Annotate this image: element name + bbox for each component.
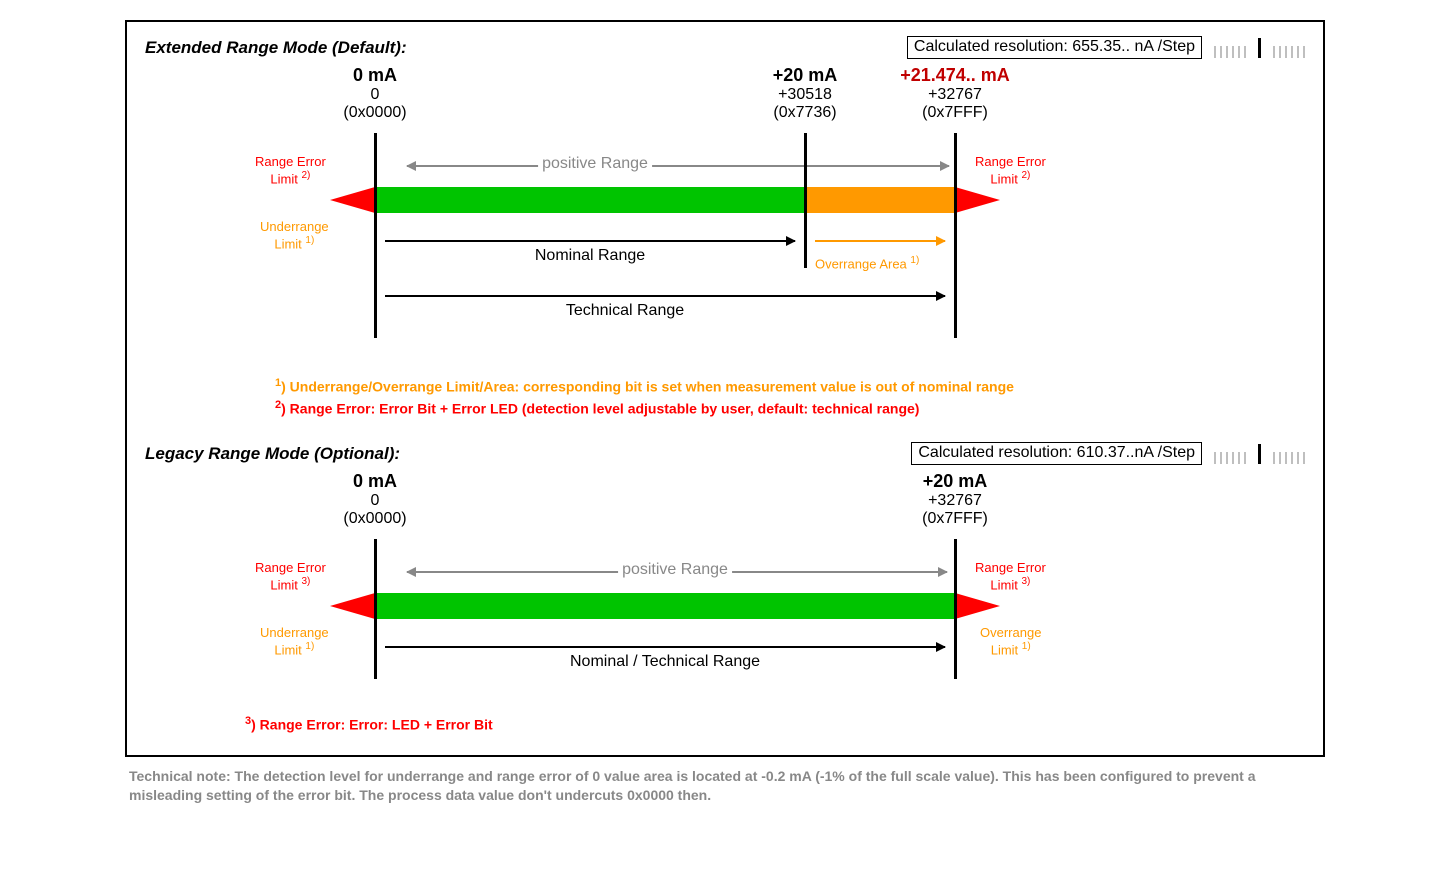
- ext-diagram: 0 mA 0 (0x0000) +20 mA +30518 (0x7736) +…: [145, 65, 1305, 365]
- ext-range-error-left: Range Error Limit 2): [255, 155, 326, 187]
- ext-title: Extended Range Mode (Default):: [145, 38, 407, 58]
- leg-right-red-triangle: [955, 593, 1000, 619]
- leg-p0-hex: (0x0000): [305, 510, 445, 528]
- ext-p0-ma: 0 mA: [305, 65, 445, 86]
- ext-nominal-label: Nominal Range: [531, 247, 649, 265]
- leg-nominal-arrow: [385, 646, 945, 648]
- leg-resolution-box: Calculated resolution: 610.37..nA /Step: [911, 442, 1202, 465]
- ext-green-bar: [375, 187, 805, 213]
- technical-note: Technical note: The detection level for …: [129, 767, 1321, 805]
- leg-left-red-triangle: [330, 593, 375, 619]
- leg-p1-ma: +20 mA: [885, 471, 1025, 492]
- leg-p1-hex: (0x7FFF): [885, 510, 1025, 528]
- ext-underrange-left: Underrange Limit 1): [260, 220, 329, 252]
- ext-vline-21: [954, 133, 957, 338]
- leg-scale-icon: [1210, 444, 1305, 464]
- leg-vline-20: [954, 539, 957, 679]
- leg-green-bar: [375, 593, 955, 619]
- ext-p2-hex: (0x7FFF): [885, 104, 1025, 122]
- legacy-mode-block: Legacy Range Mode (Optional): Calculated…: [145, 442, 1305, 733]
- diagram-frame: Extended Range Mode (Default): Calculate…: [125, 20, 1325, 757]
- extended-mode-block: Extended Range Mode (Default): Calculate…: [145, 36, 1305, 416]
- ext-scale-icon: [1210, 38, 1305, 58]
- leg-title: Legacy Range Mode (Optional):: [145, 444, 400, 464]
- ext-technical-arrow: [385, 295, 945, 297]
- ext-col-20: +20 mA +30518 (0x7736): [735, 65, 875, 122]
- ext-positive-range-arrow: [407, 165, 949, 167]
- leg-underrange-left: Underrange Limit 1): [260, 626, 329, 658]
- ext-overrange-label: Overrange Area 1): [815, 255, 919, 272]
- leg-p0-ma: 0 mA: [305, 471, 445, 492]
- leg-footnote-3: 3) Range Error: Error: LED + Error Bit: [245, 715, 1305, 733]
- leg-range-error-left: Range Error Limit 3): [255, 561, 326, 593]
- ext-resolution-box: Calculated resolution: 655.35.. nA /Step: [907, 36, 1202, 59]
- ext-vline-0: [374, 133, 377, 338]
- leg-vline-0: [374, 539, 377, 679]
- ext-footnote-2: 2) Range Error: Error Bit + Error LED (d…: [275, 399, 1305, 417]
- leg-p1-dec: +32767: [885, 492, 1025, 510]
- leg-nominal-label: Nominal / Technical Range: [566, 653, 764, 671]
- ext-col-21: +21.474.. mA +32767 (0x7FFF): [885, 65, 1025, 122]
- ext-p1-ma: +20 mA: [735, 65, 875, 86]
- ext-p1-hex: (0x7736): [735, 104, 875, 122]
- ext-positive-range-label: positive Range: [538, 155, 652, 173]
- ext-col-0: 0 mA 0 (0x0000): [305, 65, 445, 122]
- ext-vline-20: [804, 133, 807, 268]
- leg-range-error-right: Range Error Limit 3): [975, 561, 1046, 593]
- ext-p0-dec: 0: [305, 86, 445, 104]
- ext-footnote-1: 1) Underrange/Overrange Limit/Area: corr…: [275, 377, 1305, 395]
- ext-overrange-arrow: [815, 240, 945, 242]
- ext-right-red-triangle: [955, 187, 1000, 213]
- ext-technical-label: Technical Range: [562, 302, 688, 320]
- ext-nominal-arrow: [385, 240, 795, 242]
- leg-col-0: 0 mA 0 (0x0000): [305, 471, 445, 528]
- ext-p2-dec: +32767: [885, 86, 1025, 104]
- ext-left-red-triangle: [330, 187, 375, 213]
- ext-range-error-right: Range Error Limit 2): [975, 155, 1046, 187]
- leg-diagram: 0 mA 0 (0x0000) +20 mA +32767 (0x7FFF) p…: [145, 471, 1305, 701]
- ext-orange-bar: [805, 187, 955, 213]
- leg-overrange-right: Overrange Limit 1): [980, 626, 1041, 658]
- ext-p0-hex: (0x0000): [305, 104, 445, 122]
- ext-p2-ma: +21.474.. mA: [885, 65, 1025, 86]
- leg-p0-dec: 0: [305, 492, 445, 510]
- leg-col-20: +20 mA +32767 (0x7FFF): [885, 471, 1025, 528]
- ext-p1-dec: +30518: [735, 86, 875, 104]
- leg-positive-range-label: positive Range: [618, 561, 732, 579]
